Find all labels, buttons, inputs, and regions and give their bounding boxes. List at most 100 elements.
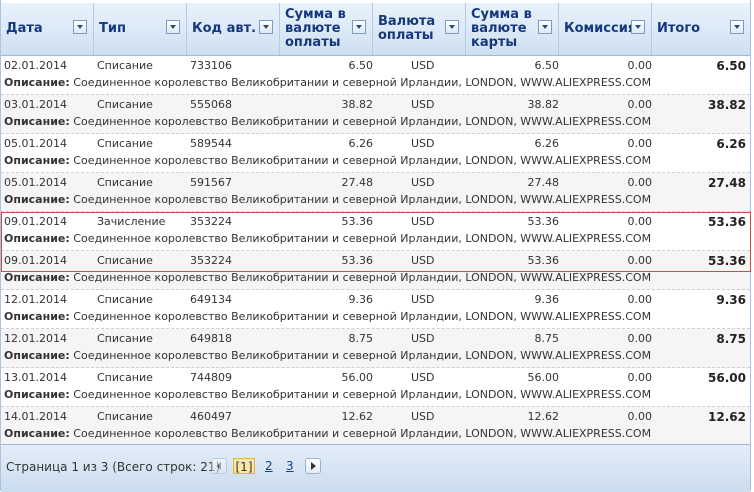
cell-fee: 0.00 bbox=[627, 137, 653, 150]
cell-payment-amount: 6.50 bbox=[348, 59, 374, 72]
cell-total: 8.75 bbox=[716, 332, 746, 346]
cell-date: 02.01.2014 bbox=[4, 59, 67, 72]
cell-payment-amount: 53.36 bbox=[341, 215, 374, 228]
description-label: Описание: bbox=[4, 427, 70, 440]
dropdown-arrow-icon[interactable] bbox=[631, 20, 645, 34]
cell-auth-code: 460497 bbox=[190, 410, 232, 423]
cell-payment-amount: 6.26 bbox=[348, 137, 374, 150]
cell-date: 13.01.2014 bbox=[4, 371, 67, 384]
description-label: Описание: bbox=[4, 115, 70, 128]
description-text: Соединенное королевство Великобритании и… bbox=[73, 232, 652, 245]
cell-card-amount: 9.36 bbox=[534, 293, 560, 306]
column-header-card-amount[interactable]: Сумма в валюте карты bbox=[466, 3, 559, 55]
cell-type: Списание bbox=[97, 410, 153, 423]
cell-payment-amount: 27.48 bbox=[341, 176, 374, 189]
row-description: Описание: Соединенное королевство Велико… bbox=[4, 427, 651, 441]
table-row[interactable]: 05.01.2014 Списание 589544 6.26 USD 6.26… bbox=[1, 134, 750, 173]
column-header-payment-currency[interactable]: Валюта оплаты bbox=[373, 3, 466, 55]
description-label: Описание: bbox=[4, 310, 70, 323]
page-link-3[interactable]: 3 bbox=[286, 458, 294, 474]
column-header-auth-code[interactable]: Код авт. bbox=[187, 3, 280, 55]
column-label: Сумма в валюте карты bbox=[471, 7, 532, 50]
row-description: Описание: Соединенное королевство Велико… bbox=[4, 232, 651, 246]
cell-fee: 0.00 bbox=[627, 371, 653, 384]
cell-card-amount: 56.00 bbox=[527, 371, 560, 384]
column-header-date[interactable]: Дата bbox=[1, 3, 94, 55]
row-description: Описание: Соединенное королевство Велико… bbox=[4, 271, 651, 285]
cell-card-amount: 27.48 bbox=[527, 176, 560, 189]
cell-currency: USD bbox=[411, 254, 435, 267]
dropdown-arrow-icon[interactable] bbox=[730, 20, 744, 34]
table-row[interactable]: 03.01.2014 Списание 555068 38.82 USD 38.… bbox=[1, 95, 750, 134]
cell-total: 6.50 bbox=[716, 59, 746, 73]
description-text: Соединенное королевство Великобритании и… bbox=[73, 76, 652, 89]
dropdown-arrow-icon[interactable] bbox=[73, 20, 87, 34]
row-description: Описание: Соединенное королевство Велико… bbox=[4, 310, 651, 324]
row-description: Описание: Соединенное королевство Велико… bbox=[4, 349, 651, 363]
prev-page-icon[interactable] bbox=[211, 458, 227, 474]
table-row[interactable]: 14.01.2014 Списание 460497 12.62 USD 12.… bbox=[1, 407, 750, 446]
row-description: Описание: Соединенное королевство Велико… bbox=[4, 115, 651, 129]
table-row[interactable]: 13.01.2014 Списание 744809 56.00 USD 56.… bbox=[1, 368, 750, 407]
table-row[interactable]: 09.01.2014 Списание 353224 53.36 USD 53.… bbox=[1, 251, 750, 290]
dropdown-arrow-icon[interactable] bbox=[445, 20, 459, 34]
cell-payment-amount: 8.75 bbox=[348, 332, 374, 345]
cell-total: 9.36 bbox=[716, 293, 746, 307]
table-row[interactable]: 02.01.2014 Списание 733106 6.50 USD 6.50… bbox=[1, 56, 750, 95]
cell-type: Списание bbox=[97, 332, 153, 345]
page-link-2[interactable]: 2 bbox=[265, 458, 273, 474]
cell-type: Списание bbox=[97, 59, 153, 72]
table-row[interactable]: 12.01.2014 Списание 649134 9.36 USD 9.36… bbox=[1, 290, 750, 329]
cell-total: 53.36 bbox=[708, 254, 746, 268]
cell-fee: 0.00 bbox=[627, 176, 653, 189]
cell-type: Списание bbox=[97, 293, 153, 306]
dropdown-arrow-icon[interactable] bbox=[166, 20, 180, 34]
cell-auth-code: 555068 bbox=[190, 98, 232, 111]
cell-auth-code: 589544 bbox=[190, 137, 232, 150]
cell-total: 38.82 bbox=[708, 98, 746, 112]
column-label: Тип bbox=[99, 21, 126, 36]
cell-payment-amount: 53.36 bbox=[341, 254, 374, 267]
cell-date: 05.01.2014 bbox=[4, 176, 67, 189]
cell-date: 12.01.2014 bbox=[4, 293, 67, 306]
current-page: [1] bbox=[233, 458, 255, 474]
cell-currency: USD bbox=[411, 98, 435, 111]
cell-type: Списание bbox=[97, 137, 153, 150]
cell-card-amount: 53.36 bbox=[527, 215, 560, 228]
grid-header: Дата Тип Код авт. Сумма в валюте оплаты … bbox=[1, 3, 750, 56]
cell-payment-amount: 56.00 bbox=[341, 371, 374, 384]
row-description: Описание: Соединенное королевство Велико… bbox=[4, 193, 651, 207]
description-text: Соединенное королевство Великобритании и… bbox=[73, 193, 652, 206]
table-row[interactable]: 05.01.2014 Списание 591567 27.48 USD 27.… bbox=[1, 173, 750, 212]
cell-currency: USD bbox=[411, 410, 435, 423]
table-row[interactable]: 12.01.2014 Списание 649818 8.75 USD 8.75… bbox=[1, 329, 750, 368]
dropdown-arrow-icon[interactable] bbox=[352, 20, 366, 34]
row-description: Описание: Соединенное королевство Велико… bbox=[4, 76, 651, 90]
column-header-total[interactable]: Итого bbox=[652, 3, 750, 55]
grid-body: 02.01.2014 Списание 733106 6.50 USD 6.50… bbox=[1, 56, 750, 446]
column-label: Дата bbox=[6, 21, 43, 36]
description-label: Описание: bbox=[4, 76, 70, 89]
column-header-fee[interactable]: Комиссия bbox=[559, 3, 652, 55]
cell-currency: USD bbox=[411, 293, 435, 306]
dropdown-arrow-icon[interactable] bbox=[259, 20, 273, 34]
cell-auth-code: 353224 bbox=[190, 215, 232, 228]
cell-card-amount: 8.75 bbox=[534, 332, 560, 345]
column-header-payment-amount[interactable]: Сумма в валюте оплаты bbox=[280, 3, 373, 55]
cell-date: 09.01.2014 bbox=[4, 215, 67, 228]
cell-type: Списание bbox=[97, 371, 153, 384]
cell-card-amount: 53.36 bbox=[527, 254, 560, 267]
column-header-type[interactable]: Тип bbox=[94, 3, 187, 55]
next-page-icon[interactable] bbox=[305, 458, 321, 474]
cell-fee: 0.00 bbox=[627, 98, 653, 111]
cell-type: Списание bbox=[97, 176, 153, 189]
cell-card-amount: 6.26 bbox=[534, 137, 560, 150]
row-description: Описание: Соединенное королевство Велико… bbox=[4, 388, 651, 402]
description-text: Соединенное королевство Великобритании и… bbox=[73, 154, 652, 167]
table-row[interactable]: 09.01.2014 Зачисление 353224 53.36 USD 5… bbox=[1, 212, 750, 251]
dropdown-arrow-icon[interactable] bbox=[538, 20, 552, 34]
description-label: Описание: bbox=[4, 154, 70, 167]
cell-fee: 0.00 bbox=[627, 293, 653, 306]
column-label: Сумма в валюте оплаты bbox=[285, 7, 346, 50]
description-text: Соединенное королевство Великобритании и… bbox=[73, 349, 652, 362]
